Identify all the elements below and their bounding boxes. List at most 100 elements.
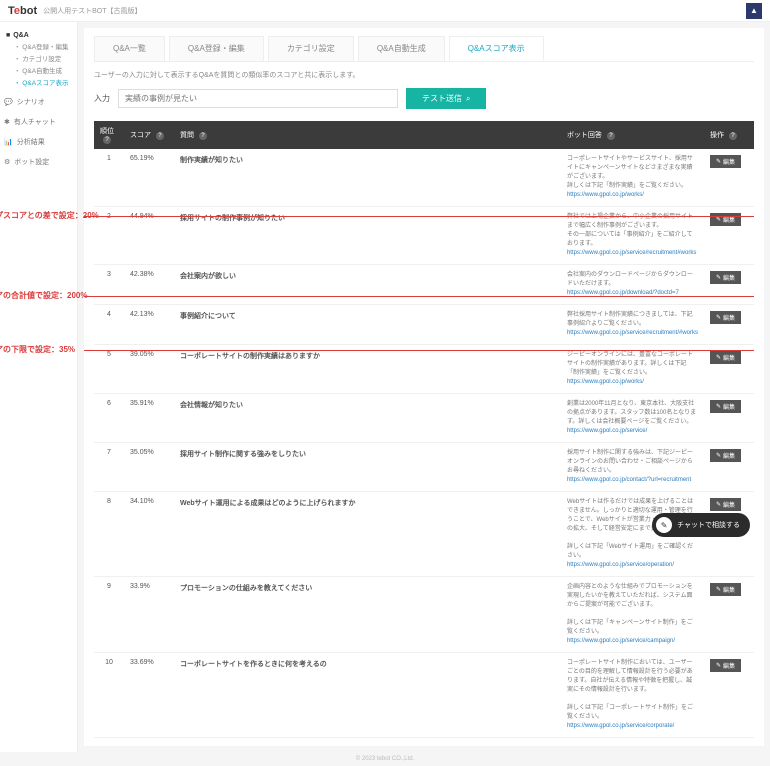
edit-button[interactable]: ✎ 編集	[710, 351, 741, 364]
rank-cell: 4	[94, 305, 124, 345]
logo: Tebot	[8, 5, 37, 17]
help-icon[interactable]: ?	[729, 132, 737, 140]
edit-button[interactable]: ✎ 編集	[710, 498, 741, 511]
tab-1[interactable]: Q&A登録・編集	[169, 36, 264, 61]
edit-button[interactable]: ✎ 編集	[710, 659, 741, 672]
chat-widget[interactable]: ✎ チャットで相談する	[652, 513, 750, 537]
answer-cell: 企画内容とのような仕組みでプロモーションを実現したいかを教えていただれば、システ…	[561, 577, 704, 653]
tab-0[interactable]: Q&A一覧	[94, 36, 165, 61]
answer-link[interactable]: https://www.gpol.co.jp/service/recruitme…	[567, 249, 698, 258]
sidebar-item-3[interactable]: ・ Q&Aスコア表示	[14, 77, 73, 87]
answer-cell: コーポレートサイト制作においては、ユーザーごとの目的を理解して情報設計を行う必要…	[561, 653, 704, 738]
table-row: 933.9%プロモーションの仕組みを教えてください企画内容とのような仕組みでプロ…	[94, 577, 754, 653]
pencil-icon: ✎	[716, 216, 721, 223]
hint-text: ユーザーの入力に対して表示するQ&Aを質問との類似率のスコアと共に表示します。	[94, 70, 754, 80]
answer-link[interactable]: https://www.gpol.co.jp/service/corporate…	[567, 722, 698, 731]
edit-button[interactable]: ✎ 編集	[710, 213, 741, 226]
th-4: 操作 ?	[704, 121, 754, 149]
results-table: 順位 ?スコア ?質問 ?ボット回答 ?操作 ? 165.19%制作実績が知りた…	[94, 121, 754, 738]
test-submit-button[interactable]: テスト送信 ⌕	[406, 88, 486, 109]
main-panel: Q&A一覧Q&A登録・編集カテゴリ設定Q&A自動生成Q&Aスコア表示 ユーザーの…	[84, 28, 764, 746]
answer-link[interactable]: https://www.gpol.co.jp/service/	[567, 427, 698, 436]
answer-cell: 会社案内のダウンロードページからダウンロードいただけます。https://www…	[561, 265, 704, 305]
edit-button[interactable]: ✎ 編集	[710, 271, 741, 284]
help-icon[interactable]: ?	[607, 132, 615, 140]
tab-4[interactable]: Q&Aスコア表示	[449, 36, 544, 61]
pencil-icon: ✎	[716, 354, 721, 361]
op-cell: ✎ 編集	[704, 265, 754, 305]
sec-icon: 📊	[4, 138, 13, 146]
annotation-line	[84, 216, 754, 217]
chat-icon: ✎	[656, 517, 672, 533]
th-3: ボット回答 ?	[561, 121, 704, 149]
edit-button[interactable]: ✎ 編集	[710, 583, 741, 596]
help-icon[interactable]: ?	[156, 132, 164, 140]
table-row: 442.13%事例紹介について弊社採用サイト制作実績につきましては、下記事例紹介…	[94, 305, 754, 345]
search-icon: ⌕	[466, 94, 470, 104]
sec-icon: ✱	[4, 118, 10, 126]
bot-subtitle: 公開人用テストBOT【古風版】	[43, 6, 141, 16]
table-row: 539.05%コーポレートサイトの制作実績はありますかジーピーオンラインには、豊…	[94, 345, 754, 394]
edit-button[interactable]: ✎ 編集	[710, 400, 741, 413]
pencil-icon: ✎	[716, 501, 721, 508]
rank-cell: 1	[94, 149, 124, 207]
sidebar-sec-1[interactable]: ✱ 有人チャット	[4, 117, 73, 127]
answer-link[interactable]: https://www.gpol.co.jp/service/operation…	[567, 561, 698, 570]
tab-3[interactable]: Q&A自動生成	[358, 36, 445, 61]
tab-2[interactable]: カテゴリ設定	[268, 36, 354, 61]
table-row: 1033.69%コーポレートサイトを作るときに何を考えるのコーポレートサイト制作…	[94, 653, 754, 738]
op-cell: ✎ 編集	[704, 577, 754, 653]
table-row: 635.91%会社情報が知りたい創業は2000年11月となり、東京本社、大阪支社…	[94, 394, 754, 443]
sidebar-sec-3[interactable]: ⚙ ボット設定	[4, 157, 73, 167]
table-row: 834.10%Webサイト運用による成果はどのように上げられますかWebサイトは…	[94, 492, 754, 577]
sec-icon: 💬	[4, 98, 13, 106]
help-icon[interactable]: ?	[199, 132, 207, 140]
score-cell: 33.9%	[124, 577, 174, 653]
table-row: 342.38%会社案内が欲しい会社案内のダウンロードページからダウンロードいただ…	[94, 265, 754, 305]
op-cell: ✎ 編集	[704, 345, 754, 394]
score-cell: 39.05%	[124, 345, 174, 394]
annotation: スコアの合計値で設定：200%	[0, 290, 87, 301]
edit-button[interactable]: ✎ 編集	[710, 449, 741, 462]
th-1: スコア ?	[124, 121, 174, 149]
sec-icon: ⚙	[4, 158, 10, 166]
sidebar-qa[interactable]: ■ Q&A	[6, 32, 73, 39]
rank-cell: 3	[94, 265, 124, 305]
sidebar-sec-2[interactable]: 📊 分析結果	[4, 137, 73, 147]
sidebar-sec-0[interactable]: 💬 シナリオ	[4, 97, 73, 107]
sidebar-item-1[interactable]: ・ カテゴリ設定	[14, 53, 73, 63]
op-cell: ✎ 編集	[704, 149, 754, 207]
answer-link[interactable]: https://www.gpol.co.jp/contact/?url=recr…	[567, 476, 698, 485]
pencil-icon: ✎	[716, 452, 721, 459]
annotation: スコアの下限で設定：35%	[0, 344, 75, 355]
rank-cell: 7	[94, 443, 124, 492]
score-cell: 65.19%	[124, 149, 174, 207]
question-cell: Webサイト運用による成果はどのように上げられますか	[174, 492, 561, 577]
edit-button[interactable]: ✎ 編集	[710, 155, 741, 168]
th-0: 順位 ?	[94, 121, 124, 149]
annotation-line	[84, 296, 754, 297]
score-cell: 34.10%	[124, 492, 174, 577]
answer-link[interactable]: https://www.gpol.co.jp/service/recruitme…	[567, 329, 698, 338]
question-cell: コーポレートサイトを作るときに何を考えるの	[174, 653, 561, 738]
pencil-icon: ✎	[716, 314, 721, 321]
question-cell: 採用サイト制作に関する強みをしりたい	[174, 443, 561, 492]
question-cell: 会社案内が欲しい	[174, 265, 561, 305]
answer-link[interactable]: https://www.gpol.co.jp/service/campaign/	[567, 637, 698, 646]
test-input[interactable]	[118, 89, 398, 108]
score-cell: 35.91%	[124, 394, 174, 443]
sidebar-item-2[interactable]: ・ Q&A自動生成	[14, 65, 73, 75]
answer-link[interactable]: https://www.gpol.co.jp/works/	[567, 378, 698, 387]
sidebar-item-0[interactable]: ・ Q&A登録・編集	[14, 41, 73, 51]
rank-cell: 8	[94, 492, 124, 577]
pencil-icon: ✎	[716, 158, 721, 165]
op-cell: ✎ 編集	[704, 305, 754, 345]
help-icon[interactable]: ?	[103, 136, 111, 144]
input-label: 入力	[94, 93, 110, 104]
th-2: 質問 ?	[174, 121, 561, 149]
user-avatar[interactable]: ▲	[746, 3, 762, 19]
edit-button[interactable]: ✎ 編集	[710, 311, 741, 324]
answer-link[interactable]: https://www.gpol.co.jp/works/	[567, 191, 698, 200]
score-cell: 42.38%	[124, 265, 174, 305]
score-cell: 33.69%	[124, 653, 174, 738]
